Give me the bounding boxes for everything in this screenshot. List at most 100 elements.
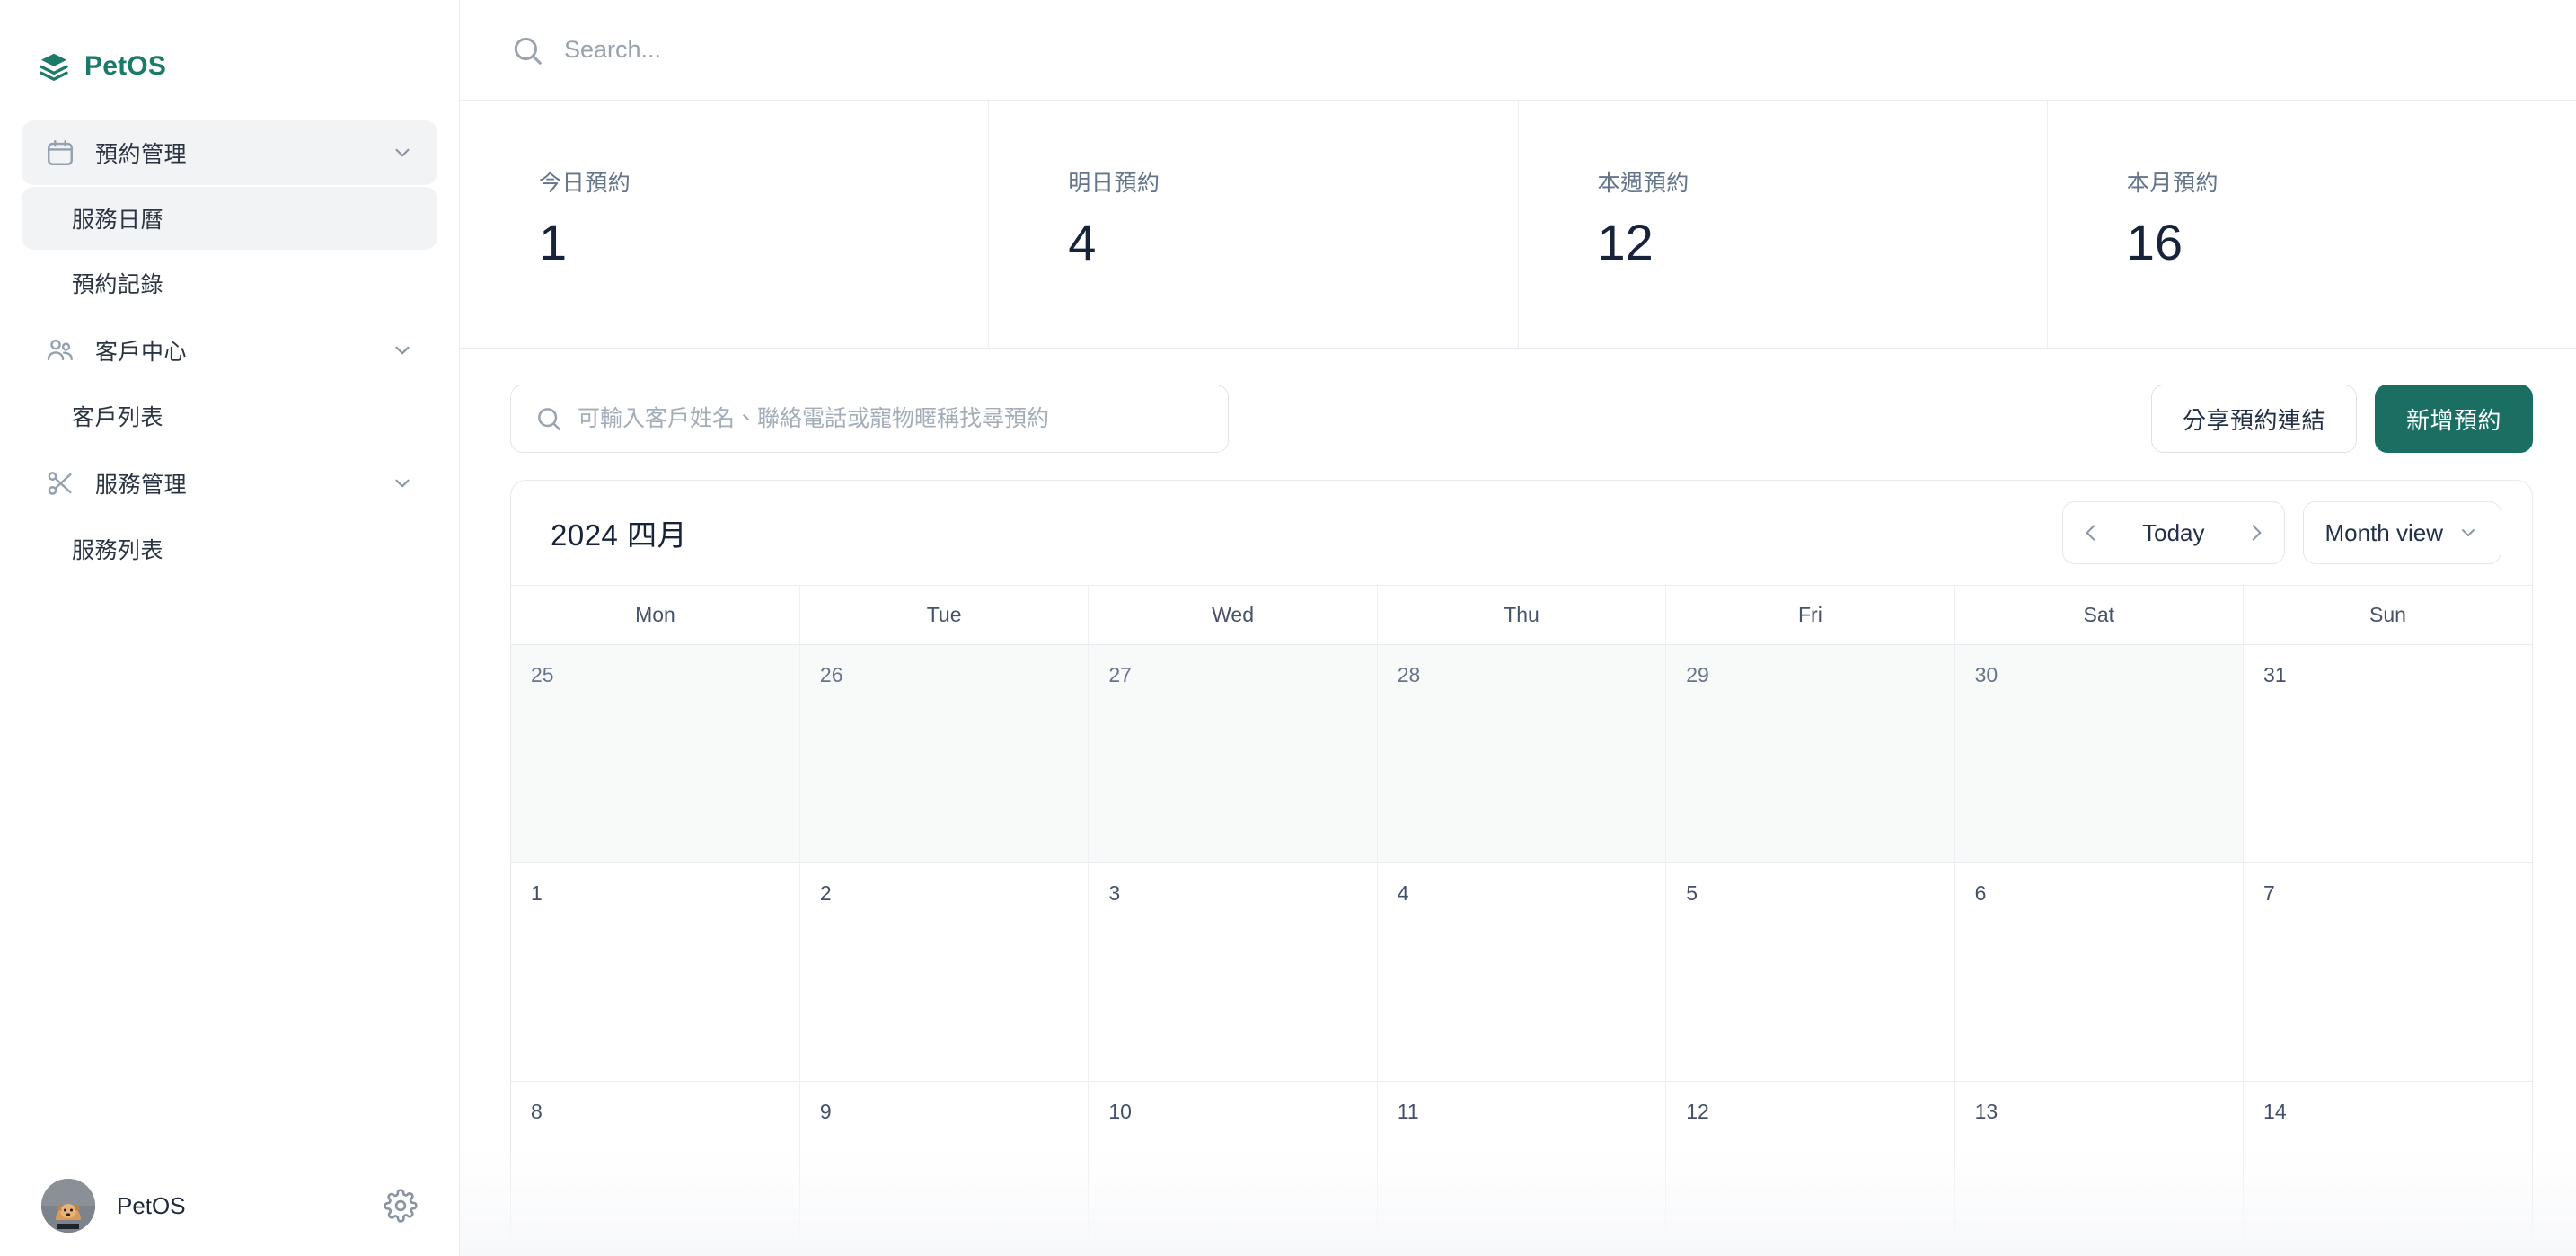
sidebar-user-bar[interactable]: PetOS [0, 1155, 459, 1256]
sidebar-item-service-calendar[interactable]: 服務日曆 [22, 187, 437, 250]
app-root: PetOS 預約管理 服務日曆 預約記錄 客戶中心 客戶列表 服務管理 服務列表… [0, 0, 2576, 1256]
calendar-day-number: 9 [819, 1100, 832, 1123]
calendar-day-cell[interactable]: 2 [798, 862, 1089, 1082]
main-content: 今日預約 1 明日預約 4 本週預約 12 本月預約 16 [460, 0, 2576, 1256]
calendar-day-cell[interactable]: 8 [511, 1081, 800, 1256]
calendar-day-cell[interactable]: 5 [1665, 862, 1955, 1082]
booking-search-input[interactable] [578, 405, 1204, 432]
calendar-icon [48, 140, 73, 165]
calendar-title: 2024 四月 [551, 518, 688, 552]
booking-search-box[interactable] [510, 385, 1229, 453]
chevron-down-icon [2462, 529, 2475, 536]
stat-card-this-week: 本週預約 12 [1519, 101, 2048, 348]
calendar-day-cell[interactable]: 13 [1954, 1081, 2244, 1256]
sidebar-item-customer-center[interactable]: 客戶中心 [22, 318, 437, 383]
calendar-day-number: 30 [1974, 663, 1998, 686]
sidebar-item-service-management[interactable]: 服務管理 [22, 451, 437, 516]
weekday-tue: Tue [798, 585, 1089, 645]
sidebar-item-service-list[interactable]: 服務列表 [22, 517, 437, 580]
calendar-day-number: 14 [2263, 1100, 2287, 1123]
brand-name: PetOS [84, 51, 167, 81]
calendar-day-cell[interactable]: 7 [2243, 862, 2532, 1082]
search-icon [514, 37, 542, 65]
calendar-next-button[interactable] [2228, 502, 2284, 563]
calendar-day-number: 31 [2263, 663, 2287, 686]
stat-value: 16 [2126, 214, 2183, 270]
stat-card-today: 今日預約 1 [460, 101, 990, 348]
stat-label: 今日預約 [539, 171, 631, 196]
calendar-day-cell[interactable]: 30 [1954, 644, 2244, 863]
chevron-down-icon [395, 346, 410, 355]
sidebar-item-label: 客戶中心 [95, 340, 188, 365]
calendar-prev-button[interactable] [2063, 502, 2119, 563]
calendar-day-cell[interactable]: 10 [1088, 1081, 1378, 1256]
chevron-right-icon [2252, 525, 2261, 541]
calendar-day-cell[interactable]: 31 [2243, 644, 2532, 863]
calendar-day-cell[interactable]: 4 [1376, 862, 1666, 1082]
calendar-day-cell[interactable]: 27 [1088, 644, 1378, 863]
calendar-weekday-header: Mon Tue Wed Thu Fri Sat Sun [511, 585, 2532, 645]
stats-row: 今日預約 1 明日預約 4 本週預約 12 本月預約 16 [460, 101, 2576, 349]
users-icon [47, 339, 73, 361]
sidebar-nav: 預約管理 服務日曆 預約記錄 客戶中心 客戶列表 服務管理 服務列表 [0, 99, 459, 1155]
calendar-day-cell[interactable]: 11 [1376, 1081, 1666, 1256]
weekday-sun: Sun [2243, 585, 2532, 645]
scissors-icon [48, 472, 72, 495]
calendar-view-label: Month view [2325, 518, 2444, 546]
calendar-day-cell[interactable]: 1 [511, 862, 800, 1082]
calendar-day-number: 13 [1974, 1100, 1998, 1123]
calendar-body: 25 26 27 28 29 30 31 1 2 3 4 5 6 7 8 9 10 11 12 13 14 [511, 644, 2532, 1256]
brand[interactable]: PetOS [0, 0, 459, 99]
gear-icon[interactable] [384, 1189, 418, 1223]
calendar-nav-group: Today [2062, 501, 2285, 564]
calendar-day-number: 28 [1397, 663, 1421, 686]
booking-toolbar: 分享預約連結 新增預約 [460, 349, 2576, 480]
global-search-input[interactable] [564, 22, 1103, 77]
sidebar-item-booking-management[interactable]: 預約管理 [22, 120, 437, 185]
sidebar-subitem-label: 服務日曆 [72, 208, 164, 233]
avatar [41, 1179, 95, 1233]
calendar-day-number: 25 [531, 663, 554, 686]
stat-label: 本週預約 [1597, 171, 1689, 196]
stat-value: 12 [1597, 214, 1654, 270]
calendar-view-select[interactable]: Month view [2302, 501, 2501, 564]
calendar-day-cell[interactable]: 14 [2243, 1081, 2532, 1256]
sidebar-subitem-label: 服務列表 [72, 538, 164, 563]
calendar-day-cell[interactable]: 25 [511, 644, 800, 863]
nav-group-services: 服務管理 服務列表 [22, 451, 437, 580]
stat-card-this-month: 本月預約 16 [2048, 101, 2576, 348]
weekday-mon: Mon [511, 585, 800, 645]
calendar-day-cell[interactable]: 29 [1665, 644, 1955, 863]
calendar-day-cell[interactable]: 3 [1088, 862, 1378, 1082]
calendar-day-number: 5 [1686, 881, 1698, 905]
calendar-today-button[interactable]: Today [2119, 502, 2228, 563]
stat-card-tomorrow: 明日預約 4 [989, 101, 1519, 348]
nav-group-customers: 客戶中心 客戶列表 [22, 318, 437, 447]
weekday-thu: Thu [1376, 585, 1666, 645]
stat-label: 本月預約 [2126, 171, 2219, 196]
sidebar-item-booking-records[interactable]: 預約記錄 [22, 252, 437, 314]
sidebar: PetOS 預約管理 服務日曆 預約記錄 客戶中心 客戶列表 服務管理 服務列表… [0, 0, 460, 1256]
calendar-day-cell[interactable]: 6 [1954, 862, 2244, 1082]
sidebar-item-customer-list[interactable]: 客戶列表 [22, 385, 437, 447]
calendar-week-row: 8 9 10 11 12 13 14 [511, 1081, 2532, 1256]
calendar-day-number: 29 [1686, 663, 1709, 686]
chevron-down-icon [395, 148, 410, 157]
calendar-week-row: 25 26 27 28 29 30 31 [511, 644, 2532, 863]
chevron-left-icon [2086, 525, 2095, 541]
share-booking-link-button[interactable]: 分享預約連結 [2150, 385, 2357, 453]
calendar-day-cell[interactable]: 9 [798, 1081, 1089, 1256]
add-booking-button[interactable]: 新增預約 [2374, 385, 2533, 453]
calendar-day-cell[interactable]: 26 [798, 644, 1089, 863]
calendar-area: 2024 四月 Today Month view Mon Tue Wed Thu… [460, 480, 2576, 1256]
stat-value: 1 [539, 214, 568, 270]
calendar-day-number: 6 [1974, 881, 1987, 905]
calendar-day-cell[interactable]: 28 [1376, 644, 1666, 863]
calendar-day-cell[interactable]: 12 [1665, 1081, 1955, 1256]
calendar-day-number: 26 [819, 663, 843, 686]
weekday-fri: Fri [1665, 585, 1955, 645]
chevron-down-icon [395, 479, 410, 488]
stat-value: 4 [1068, 214, 1097, 270]
calendar-day-number: 11 [1397, 1100, 1419, 1123]
calendar-day-number: 4 [1397, 881, 1409, 905]
